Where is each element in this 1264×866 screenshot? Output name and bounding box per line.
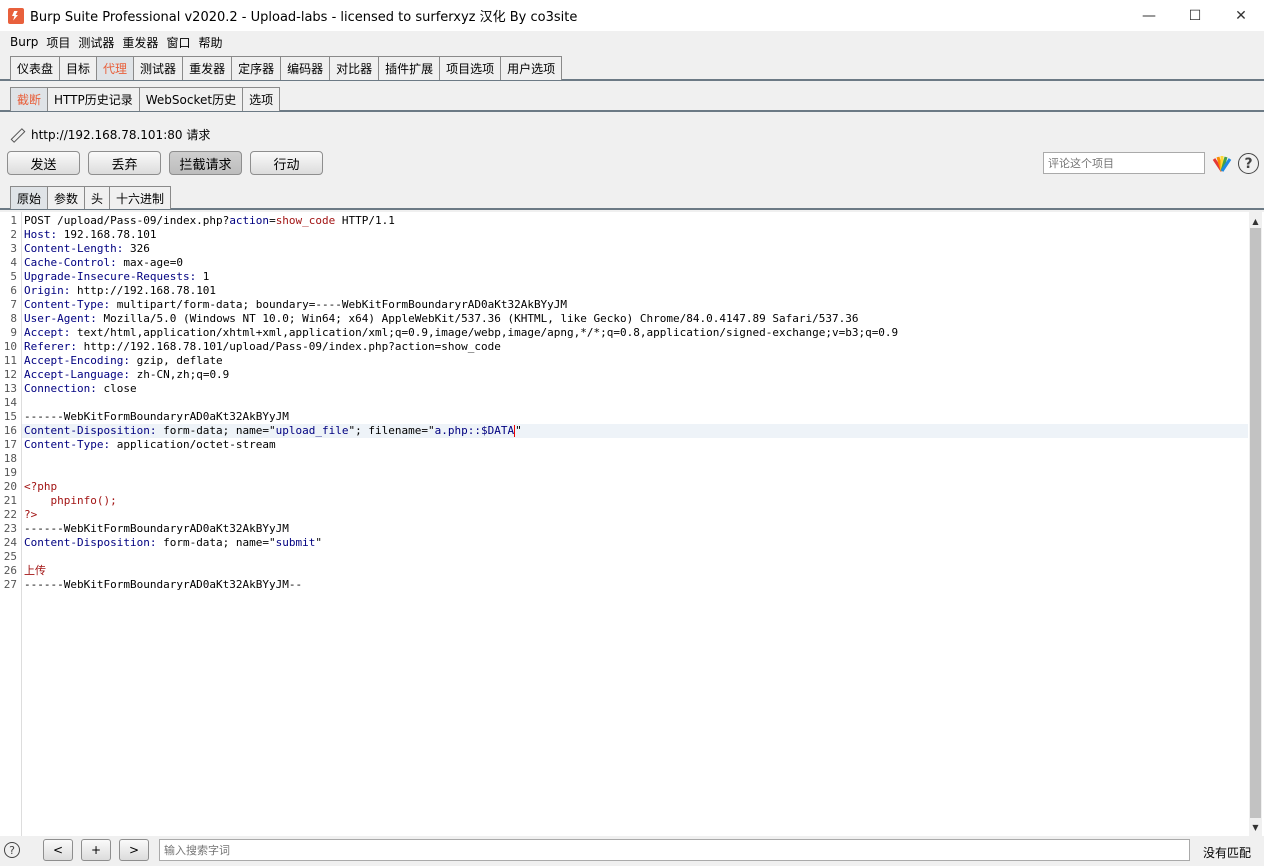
code-line: 20 <?php <box>3 480 58 493</box>
menu-window[interactable]: 窗口 <box>162 34 194 51</box>
code-line: 17 Content-Type: application/octet-stream <box>3 438 276 451</box>
search-help-icon[interactable]: ? <box>4 842 20 858</box>
tab-repeater[interactable]: 重发器 <box>182 56 233 80</box>
help-icon[interactable]: ? <box>1238 153 1259 174</box>
tab-decoder[interactable]: 编码器 <box>280 56 331 80</box>
code-line: 3 Content-Length: 326 <box>10 242 150 255</box>
tab-options[interactable]: 选项 <box>242 87 281 111</box>
previous-match-button[interactable]: < <box>43 839 73 861</box>
vertical-scrollbar[interactable]: ▲ ▼ <box>1249 212 1262 836</box>
menu-bar: Burp 项目 测试器 重发器 窗口 帮助 <box>0 31 1264 53</box>
code-line: 15 ------WebKitFormBoundaryrAD0aKt32AkBYy… <box>3 410 289 423</box>
code-line: 6 Origin: http://192.168.78.101 <box>10 284 217 297</box>
window-title: Burp Suite Professional v2020.2 - Upload… <box>30 10 578 25</box>
pencil-icon <box>8 126 24 142</box>
code-line: 18 <box>3 452 17 465</box>
code-line: 8 User-Agent: Mozilla/5.0 (Windows NT 10.… <box>10 312 859 325</box>
tab-http-history[interactable]: HTTP历史记录 <box>47 87 140 111</box>
tab-dashboard[interactable]: 仪表盘 <box>10 56 61 80</box>
comment-input[interactable] <box>1043 152 1205 174</box>
request-text[interactable]: 1 POST /upload/Pass-09/index.php?action=s… <box>3 214 1248 592</box>
code-line: 9 Accept: text/html,application/xhtml+xml… <box>10 326 899 339</box>
scroll-up-arrow-icon[interactable]: ▲ <box>1249 214 1262 228</box>
scroll-thumb[interactable] <box>1250 228 1261 818</box>
code-line: 27 ------WebKitFormBoundaryrAD0aKt32AkBYy… <box>3 578 303 591</box>
code-line-current: 16 Content-Disposition: form-data; name="… <box>4 424 1248 438</box>
tab-raw[interactable]: 原始 <box>10 186 49 209</box>
maximize-button[interactable]: ☐ <box>1172 0 1218 31</box>
code-line: 21 phpinfo(); <box>3 494 117 507</box>
code-line: 19 <box>3 466 17 479</box>
tab-params[interactable]: 参数 <box>47 186 86 209</box>
code-line: 14 <box>3 396 17 409</box>
code-line: 25 <box>3 550 17 563</box>
request-editor[interactable]: 1 POST /upload/Pass-09/index.php?action=s… <box>0 212 1264 836</box>
tab-extender[interactable]: 插件扩展 <box>378 56 441 80</box>
menu-help[interactable]: 帮助 <box>194 34 226 51</box>
scroll-down-arrow-icon[interactable]: ▼ <box>1249 820 1262 834</box>
tab-project-options[interactable]: 项目选项 <box>439 56 502 80</box>
next-match-button[interactable]: > <box>119 839 149 861</box>
tab-sequencer[interactable]: 定序器 <box>231 56 282 80</box>
action-button[interactable]: 行动 <box>250 151 323 175</box>
tab-intercept[interactable]: 截断 <box>10 87 49 111</box>
intercept-toggle-button[interactable]: 拦截请求 <box>169 151 242 175</box>
main-tab-bar: 仪表盘 目标 代理 测试器 重发器 定序器 编码器 对比器 插件扩展 项目选项 … <box>0 56 1264 81</box>
code-line: 11 Accept-Encoding: gzip, deflate <box>3 354 223 367</box>
tab-user-options[interactable]: 用户选项 <box>500 56 563 80</box>
menu-burp[interactable]: Burp <box>6 35 42 49</box>
drop-button[interactable]: 丢弃 <box>88 151 161 175</box>
proxy-sub-tab-bar: 截断 HTTP历史记录 WebSocket历史 选项 <box>0 87 1264 112</box>
match-count: 没有匹配 <box>1203 846 1252 860</box>
code-line: 24 Content-Disposition: form-data; name="… <box>3 536 323 549</box>
search-input[interactable] <box>159 839 1190 861</box>
code-line: 4 Cache-Control: max-age=0 <box>10 256 183 269</box>
code-line: 2 Host: 192.168.78.101 <box>10 228 157 241</box>
code-line: 10 Referer: http://192.168.78.101/upload/… <box>3 340 501 353</box>
window-controls: — ☐ ✕ <box>1126 0 1264 31</box>
search-options-button[interactable]: + <box>81 839 111 861</box>
title-bar: Burp Suite Professional v2020.2 - Upload… <box>0 0 1264 31</box>
burp-logo-icon <box>8 7 24 24</box>
tab-websocket-history[interactable]: WebSocket历史 <box>138 87 244 111</box>
tab-comparer[interactable]: 对比器 <box>329 56 380 80</box>
request-header: http://192.168.78.101:80 请求 <box>0 124 210 144</box>
tab-hex[interactable]: 十六进制 <box>109 186 172 209</box>
code-line: 7 Content-Type: multipart/form-data; boun… <box>10 298 568 311</box>
intercept-actions: 发送 丢弃 拦截请求 行动 <box>7 151 331 175</box>
tab-intruder[interactable]: 测试器 <box>133 56 184 80</box>
menu-project[interactable]: 项目 <box>42 34 74 51</box>
tab-headers[interactable]: 头 <box>84 186 111 209</box>
tab-target[interactable]: 目标 <box>59 56 98 80</box>
close-button[interactable]: ✕ <box>1218 0 1264 31</box>
tab-proxy[interactable]: 代理 <box>96 56 135 80</box>
code-line: 22 ?> <box>3 508 38 521</box>
editor-tab-bar: 原始 参数 头 十六进制 <box>0 186 1264 210</box>
code-line: 5 Upgrade-Insecure-Requests: 1 <box>10 270 210 283</box>
menu-repeater[interactable]: 重发器 <box>118 34 162 51</box>
request-url-label: http://192.168.78.101:80 请求 <box>31 127 211 142</box>
code-line: 26 上传 <box>3 564 46 577</box>
menu-intruder[interactable]: 测试器 <box>74 34 118 51</box>
search-bar: ? < + > 没有匹配 <box>0 836 1264 866</box>
code-line: 1 POST /upload/Pass-09/index.php?action=s… <box>10 214 395 227</box>
code-line: 23 ------WebKitFormBoundaryrAD0aKt32AkBYy… <box>3 522 289 535</box>
code-line: 12 Accept-Language: zh-CN,zh;q=0.9 <box>3 368 230 381</box>
minimize-button[interactable]: — <box>1126 0 1172 31</box>
highlight-color-icon[interactable] <box>1212 154 1232 172</box>
code-line: 13 Connection: close <box>3 382 137 395</box>
forward-button[interactable]: 发送 <box>7 151 80 175</box>
